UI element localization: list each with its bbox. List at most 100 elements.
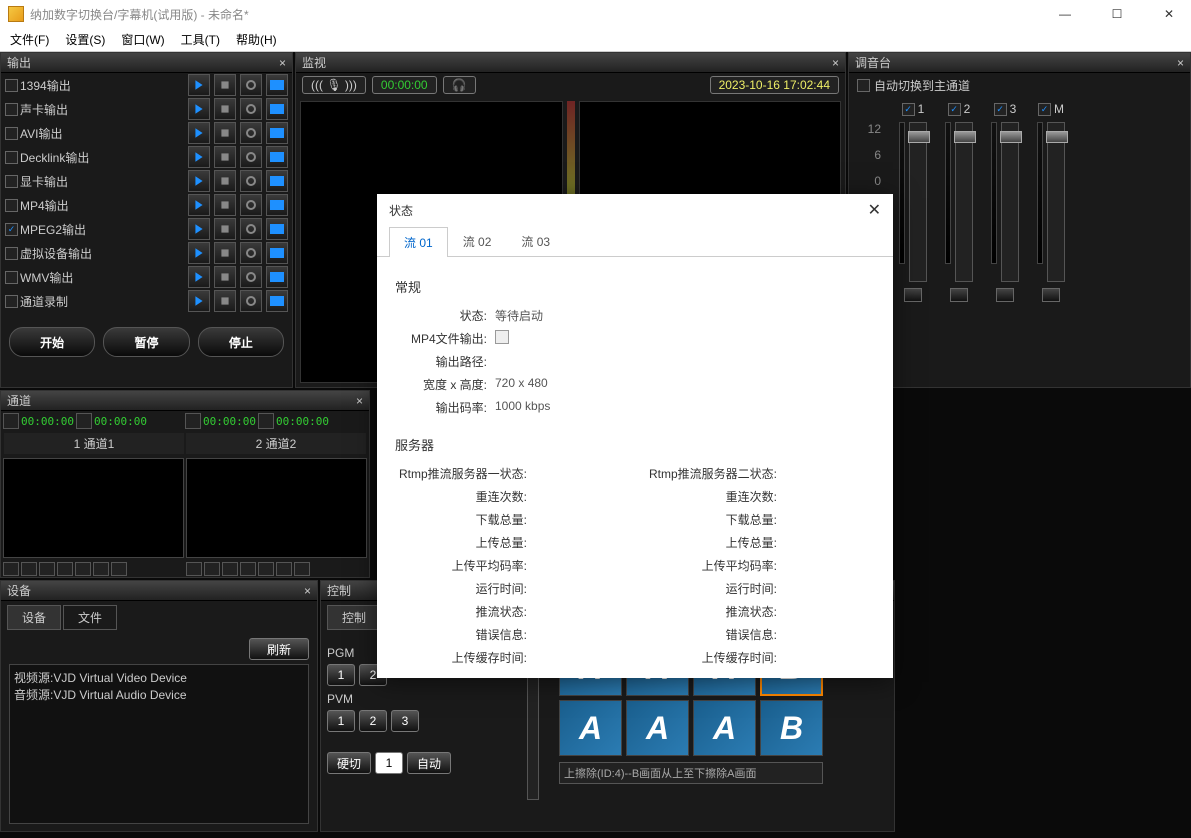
- tc-btn[interactable]: [3, 413, 19, 429]
- monitor-icon[interactable]: [266, 146, 288, 168]
- power-icon[interactable]: [240, 266, 262, 288]
- maximize-button[interactable]: ☐: [1103, 7, 1131, 21]
- play-icon[interactable]: [188, 170, 210, 192]
- pvm-2-button[interactable]: 2: [359, 710, 387, 732]
- stream-tab-3[interactable]: 流 03: [506, 226, 565, 256]
- stop-icon[interactable]: [214, 170, 236, 192]
- transport-btn[interactable]: [21, 562, 37, 576]
- stream-tab-2[interactable]: 流 02: [448, 226, 507, 256]
- refresh-button[interactable]: 刷新: [249, 638, 309, 660]
- transition-thumb[interactable]: A: [693, 700, 756, 756]
- device-list[interactable]: 视频源:VJD Virtual Video Device 音频源:VJD Vir…: [9, 664, 309, 824]
- power-icon[interactable]: [240, 98, 262, 120]
- output-checkbox-3[interactable]: [5, 151, 18, 164]
- monitor-icon[interactable]: [266, 170, 288, 192]
- monitor-icon[interactable]: [266, 242, 288, 264]
- mp4-checkbox[interactable]: [495, 330, 509, 344]
- output-close-icon[interactable]: ×: [279, 56, 286, 70]
- channel-view-1[interactable]: [3, 458, 184, 558]
- power-icon[interactable]: [240, 74, 262, 96]
- play-icon[interactable]: [188, 218, 210, 240]
- transport-btn[interactable]: [186, 562, 202, 576]
- pgm-1-button[interactable]: 1: [327, 664, 355, 686]
- stop-icon[interactable]: [214, 122, 236, 144]
- monitor-icon[interactable]: [266, 290, 288, 312]
- power-icon[interactable]: [240, 194, 262, 216]
- power-icon[interactable]: [240, 242, 262, 264]
- mixer-mute-2[interactable]: [996, 288, 1014, 302]
- transport-btn[interactable]: [75, 562, 91, 576]
- output-checkbox-9[interactable]: [5, 295, 18, 308]
- menu-settings[interactable]: 设置(S): [59, 29, 111, 50]
- mixer-ch-checkbox-0[interactable]: ✓: [902, 103, 915, 116]
- transition-thumb[interactable]: A: [626, 700, 689, 756]
- mixer-ch-checkbox-2[interactable]: ✓: [994, 103, 1007, 116]
- transport-btn[interactable]: [39, 562, 55, 576]
- monitor-icon[interactable]: [266, 194, 288, 216]
- pvm-1-button[interactable]: 1: [327, 710, 355, 732]
- monitor-icon[interactable]: [266, 74, 288, 96]
- menu-window[interactable]: 窗口(W): [115, 29, 170, 50]
- close-button[interactable]: ✕: [1155, 7, 1183, 21]
- monitor-close-icon[interactable]: ×: [832, 56, 839, 70]
- output-checkbox-7[interactable]: [5, 247, 18, 260]
- mixer-ch-checkbox-1[interactable]: ✓: [948, 103, 961, 116]
- output-checkbox-0[interactable]: [5, 79, 18, 92]
- stop-icon[interactable]: [214, 242, 236, 264]
- channels-close-icon[interactable]: ×: [356, 394, 363, 408]
- auto-button[interactable]: 自动: [407, 752, 451, 774]
- stop-icon[interactable]: [214, 290, 236, 312]
- tc-btn[interactable]: [258, 413, 274, 429]
- menu-tools[interactable]: 工具(T): [175, 29, 226, 50]
- transition-thumb[interactable]: B: [760, 700, 823, 756]
- transport-btn[interactable]: [57, 562, 73, 576]
- headphones-icon[interactable]: 🎧: [443, 76, 476, 94]
- mixer-close-icon[interactable]: ×: [1177, 56, 1184, 70]
- stream-tab-1[interactable]: 流 01: [389, 227, 448, 257]
- minimize-button[interactable]: —: [1051, 7, 1079, 21]
- output-checkbox-4[interactable]: [5, 175, 18, 188]
- tc-btn[interactable]: [76, 413, 92, 429]
- power-icon[interactable]: [240, 170, 262, 192]
- start-button[interactable]: 开始: [9, 327, 95, 357]
- output-checkbox-8[interactable]: [5, 271, 18, 284]
- play-icon[interactable]: [188, 146, 210, 168]
- output-checkbox-1[interactable]: [5, 103, 18, 116]
- tc-btn[interactable]: [185, 413, 201, 429]
- transition-thumb[interactable]: A: [559, 700, 622, 756]
- monitor-icon[interactable]: [266, 266, 288, 288]
- power-icon[interactable]: [240, 146, 262, 168]
- play-icon[interactable]: [188, 74, 210, 96]
- transport-btn[interactable]: [222, 562, 238, 576]
- output-checkbox-2[interactable]: [5, 127, 18, 140]
- mixer-fader-2[interactable]: [1001, 122, 1019, 282]
- mixer-auto-checkbox[interactable]: [857, 79, 870, 92]
- channel-view-2[interactable]: [186, 458, 367, 558]
- transport-btn[interactable]: [294, 562, 310, 576]
- pvm-3-button[interactable]: 3: [391, 710, 419, 732]
- menu-file[interactable]: 文件(F): [4, 29, 55, 50]
- mixer-mute-3[interactable]: [1042, 288, 1060, 302]
- power-icon[interactable]: [240, 218, 262, 240]
- menu-help[interactable]: 帮助(H): [230, 29, 283, 50]
- transport-btn[interactable]: [111, 562, 127, 576]
- stop-icon[interactable]: [214, 218, 236, 240]
- transport-btn[interactable]: [3, 562, 19, 576]
- monitor-icon[interactable]: [266, 122, 288, 144]
- device-tab[interactable]: 设备: [7, 605, 61, 630]
- transport-btn[interactable]: [93, 562, 109, 576]
- play-icon[interactable]: [188, 98, 210, 120]
- channel-label-1[interactable]: 1 通道1: [4, 433, 184, 454]
- play-icon[interactable]: [188, 122, 210, 144]
- t-bar-slider[interactable]: [527, 660, 539, 800]
- mixer-fader-1[interactable]: [955, 122, 973, 282]
- device-close-icon[interactable]: ×: [304, 584, 311, 598]
- transport-btn[interactable]: [276, 562, 292, 576]
- power-icon[interactable]: [240, 122, 262, 144]
- power-icon[interactable]: [240, 290, 262, 312]
- hardcut-button[interactable]: 硬切: [327, 752, 371, 774]
- stop-icon[interactable]: [214, 74, 236, 96]
- play-icon[interactable]: [188, 290, 210, 312]
- transport-btn[interactable]: [240, 562, 256, 576]
- mixer-mute-1[interactable]: [950, 288, 968, 302]
